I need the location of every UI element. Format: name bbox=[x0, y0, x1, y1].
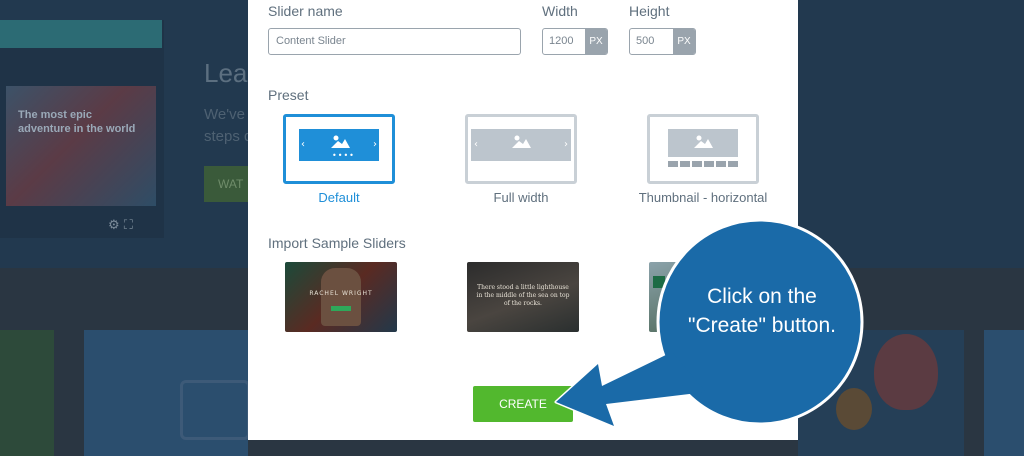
image-icon bbox=[694, 135, 713, 148]
preset-thumbnail-horizontal-label[interactable]: Thumbnail - horizontal bbox=[618, 190, 788, 205]
slider-name-input[interactable]: Content Slider bbox=[268, 28, 521, 55]
chevron-left-icon: ‹ bbox=[474, 139, 478, 150]
chevron-right-icon: › bbox=[564, 139, 568, 150]
image-icon bbox=[180, 380, 250, 440]
chevron-right-icon: › bbox=[373, 139, 377, 150]
sample-3-thumb bbox=[653, 276, 665, 288]
height-label: Height bbox=[629, 3, 670, 19]
width-unit: PX bbox=[585, 29, 607, 54]
thumbnail-strip bbox=[668, 161, 738, 167]
image-icon bbox=[331, 135, 350, 148]
width-value: 1200 bbox=[549, 35, 574, 47]
preset-full-width-label[interactable]: Full width bbox=[436, 190, 606, 205]
preset-slide bbox=[668, 129, 738, 157]
chevron-left-icon: ‹ bbox=[301, 139, 305, 150]
background-video-header bbox=[0, 20, 162, 48]
new-slider-dialog: Slider name Content Slider Width 1200 PX… bbox=[248, 0, 798, 440]
pagination-dots: •••• bbox=[332, 151, 355, 160]
image-icon bbox=[512, 135, 531, 148]
import-samples-label: Import Sample Sliders bbox=[268, 235, 406, 251]
create-button[interactable]: CREATE bbox=[473, 386, 573, 422]
balloon-icon bbox=[874, 334, 938, 410]
width-input[interactable]: 1200 PX bbox=[542, 28, 608, 55]
background-video-text: The most epic adventure in the world bbox=[18, 109, 136, 135]
background-card bbox=[0, 330, 54, 456]
fullscreen-icon: ⚙ ⛶ bbox=[108, 218, 133, 233]
height-unit: PX bbox=[673, 29, 695, 54]
sample-2-title: There stood a little lighthouse in the m… bbox=[476, 284, 570, 307]
slider-name-value: Content Slider bbox=[276, 35, 346, 47]
callout-text: Click on the "Create" button. bbox=[688, 285, 836, 337]
height-input[interactable]: 500 PX bbox=[629, 28, 696, 55]
slider-name-label: Slider name bbox=[268, 3, 343, 19]
preset-default-label[interactable]: Default bbox=[254, 190, 424, 205]
background-card bbox=[984, 330, 1024, 456]
preset-default[interactable]: ‹ •••• › bbox=[283, 114, 395, 184]
height-value: 500 bbox=[636, 35, 655, 47]
preset-slide: ‹ › bbox=[471, 129, 571, 161]
sample-1-button bbox=[331, 306, 351, 311]
width-label: Width bbox=[542, 3, 578, 19]
background-video-thumbnail bbox=[6, 86, 156, 206]
background-heading: Lea bbox=[204, 58, 248, 88]
preset-full-width[interactable]: ‹ › bbox=[465, 114, 577, 184]
preset-thumbnail-horizontal[interactable] bbox=[647, 114, 759, 184]
sample-1-title: RACHEL WRIGHT bbox=[309, 290, 373, 297]
sample-slider-1[interactable]: RACHEL WRIGHT bbox=[285, 262, 397, 332]
preset-slide: ‹ •••• › bbox=[299, 129, 379, 161]
sample-slider-2[interactable]: There stood a little lighthouse in the m… bbox=[467, 262, 579, 332]
balloon-icon bbox=[836, 388, 872, 430]
preset-label: Preset bbox=[268, 87, 309, 103]
